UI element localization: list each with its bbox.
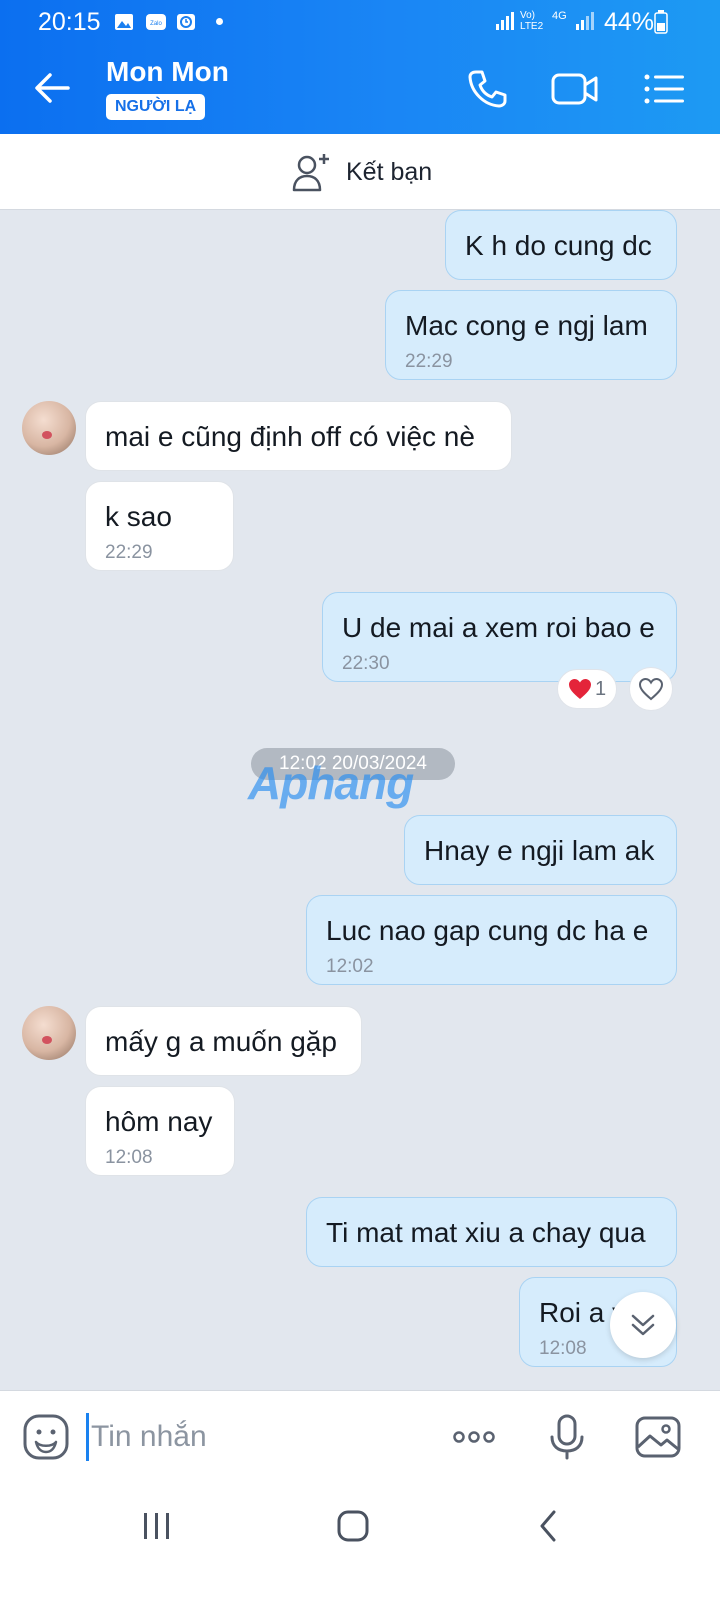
message-text: K h do cung dc <box>465 230 652 261</box>
message-time: 12:02 <box>326 956 374 977</box>
chat-header: Mon Mon NGƯỜI LẠ <box>0 44 720 134</box>
contact-name[interactable]: Mon Mon <box>106 56 229 88</box>
back-nav-icon[interactable] <box>524 1504 574 1548</box>
signal-icon <box>496 12 514 30</box>
system-navigation-bar <box>0 1482 720 1600</box>
notification-dot <box>216 18 223 25</box>
message-bubble[interactable]: hôm nay 12:08 <box>85 1086 235 1176</box>
message-bubble[interactable]: mai e cũng định off có việc nè <box>85 401 512 471</box>
zalo-icon: Zalo <box>146 14 166 30</box>
microphone-icon[interactable] <box>543 1413 591 1461</box>
message-time: 22:29 <box>405 351 453 372</box>
contact-avatar[interactable] <box>22 401 76 455</box>
recent-apps-icon[interactable] <box>132 1504 182 1548</box>
message-time: 12:08 <box>539 1338 587 1359</box>
message-composer <box>0 1390 720 1482</box>
reaction-count: 1 <box>594 677 607 700</box>
menu-list-icon[interactable] <box>640 64 690 114</box>
message-bubble[interactable]: mấy g a muốn gặp <box>85 1006 362 1076</box>
message-text: U de mai a xem roi bao e <box>342 612 655 643</box>
add-friend-bar[interactable]: Kết bạn <box>0 134 720 210</box>
heart-outline-icon <box>638 677 664 701</box>
add-friend-label: Kết bạn <box>346 157 433 186</box>
home-icon[interactable] <box>328 1504 378 1548</box>
double-chevron-down-icon <box>631 1314 655 1336</box>
gallery-icon <box>115 14 133 30</box>
sticker-emoji-icon[interactable] <box>22 1413 70 1461</box>
heart-reaction-icon <box>568 679 591 699</box>
message-bubble[interactable]: Luc nao gap cung dc ha e 12:02 <box>306 895 677 985</box>
status-bar: 20:15 Zalo Vo) LTE2 4G 44% <box>0 0 720 44</box>
message-text: mấy g a muốn gặp <box>105 1026 337 1057</box>
message-time: 22:30 <box>342 653 390 674</box>
network-type-label: 4G <box>552 10 567 22</box>
message-text: Mac cong e ngj lam <box>405 310 648 341</box>
message-time: 22:29 <box>105 542 153 563</box>
message-text: Hnay e ngji lam ak <box>424 835 655 866</box>
message-bubble[interactable]: Mac cong e ngj lam 22:29 <box>385 290 677 380</box>
scroll-to-bottom-button[interactable] <box>610 1292 676 1358</box>
phone-call-icon[interactable] <box>462 64 512 114</box>
message-text: hôm nay <box>105 1106 213 1137</box>
message-bubble[interactable]: K h do cung dc <box>445 210 677 280</box>
message-text: Ti mat mat xiu a chay qua <box>326 1217 646 1248</box>
top-bar: 20:15 Zalo Vo) LTE2 4G 44% Mon Mon NGƯỜI… <box>0 0 720 134</box>
svg-text:Zalo: Zalo <box>150 21 162 27</box>
back-arrow-icon[interactable] <box>30 66 74 110</box>
image-gallery-icon[interactable] <box>634 1413 682 1461</box>
message-bubble[interactable]: U de mai a xem roi bao e 22:30 <box>322 592 677 682</box>
message-input[interactable] <box>86 1413 416 1461</box>
reaction-summary[interactable]: 1 <box>557 669 617 709</box>
watermark-logo: Aphang <box>248 757 414 809</box>
battery-percent: 44% <box>604 8 655 36</box>
message-bubble[interactable]: Hnay e ngji lam ak <box>404 815 677 885</box>
status-time: 20:15 <box>38 8 101 36</box>
message-text: mai e cũng định off có việc nè <box>105 421 475 452</box>
contact-avatar[interactable] <box>22 1006 76 1060</box>
clock-app-icon <box>177 14 195 30</box>
add-friend-icon <box>292 154 329 192</box>
message-text: k sao <box>105 501 172 532</box>
battery-icon <box>654 10 668 34</box>
signal-icon-2 <box>576 12 594 30</box>
message-time: 12:08 <box>105 1147 153 1168</box>
message-bubble[interactable]: k sao 22:29 <box>85 481 234 571</box>
stranger-badge: NGƯỜI LẠ <box>106 94 206 120</box>
message-text: Luc nao gap cung dc ha e <box>326 915 649 946</box>
video-call-icon[interactable] <box>550 64 600 114</box>
more-options-icon[interactable] <box>450 1413 498 1461</box>
network-label: Vo) LTE2 <box>520 10 544 32</box>
message-bubble[interactable]: Ti mat mat xiu a chay qua <box>306 1197 677 1267</box>
like-button[interactable] <box>629 667 673 711</box>
